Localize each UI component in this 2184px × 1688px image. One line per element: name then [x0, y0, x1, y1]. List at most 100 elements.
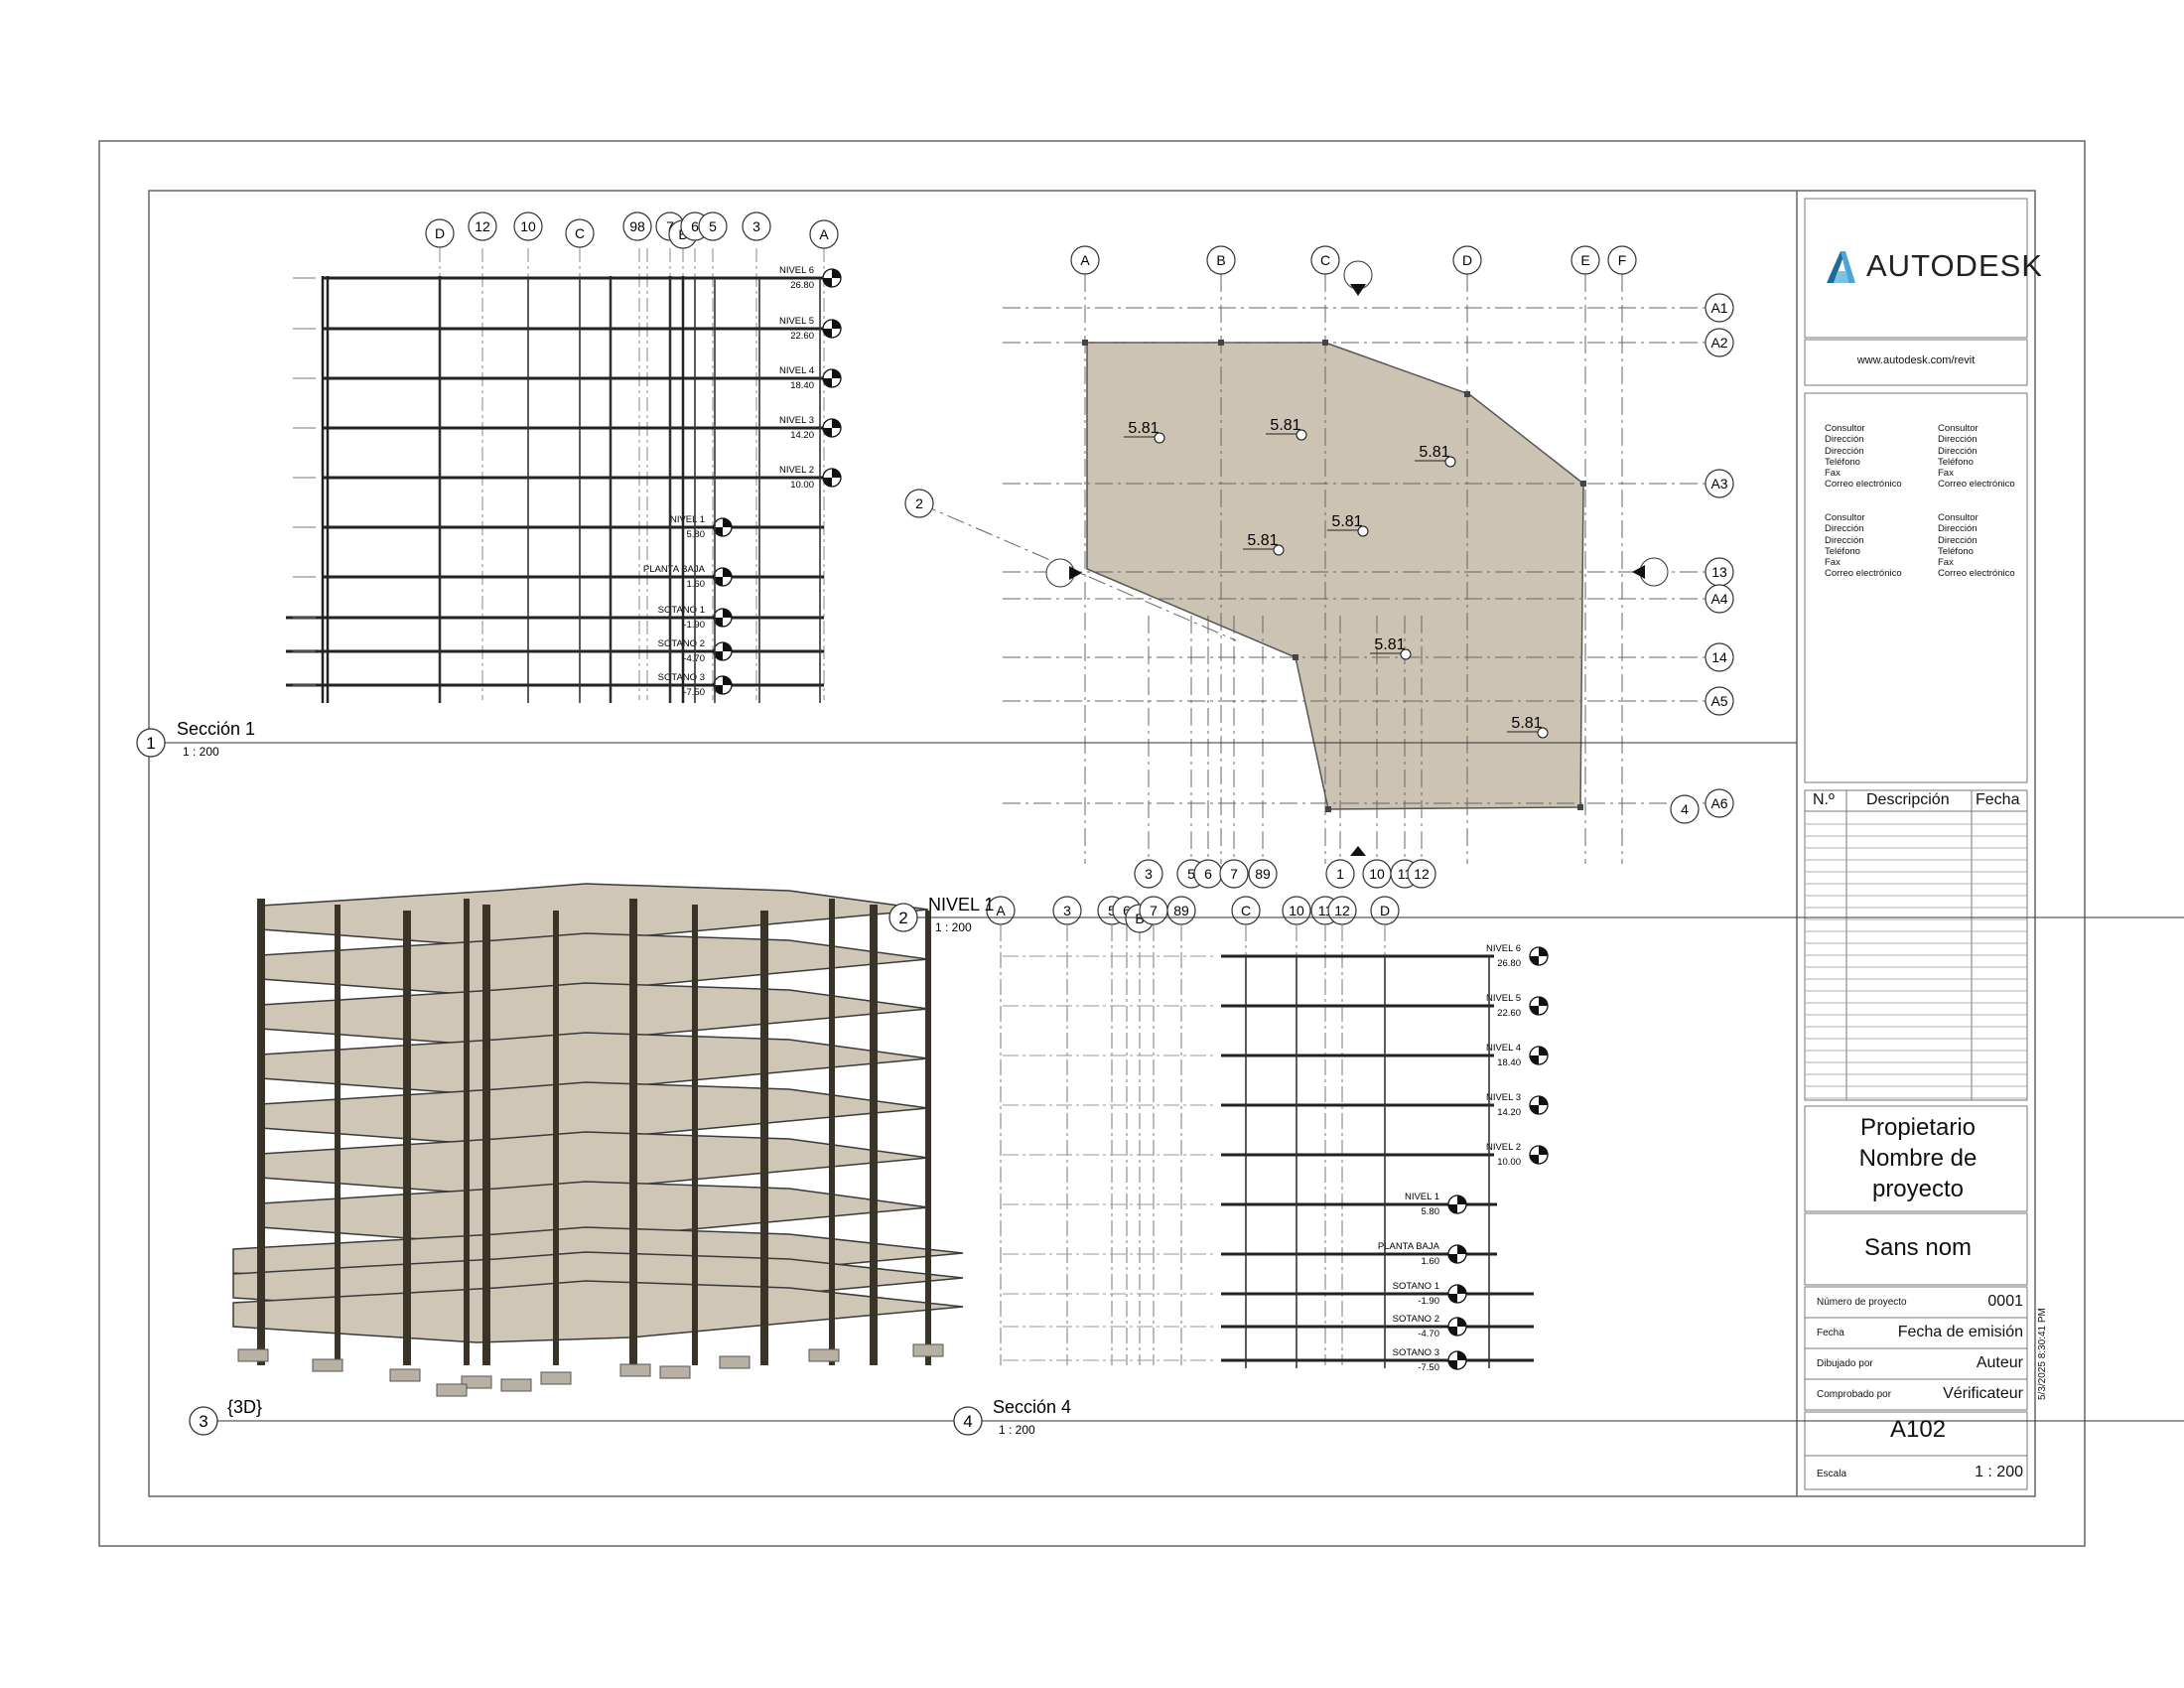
- section4-level-2-name: NIVEL 5: [1486, 993, 1521, 1004]
- plan-grid-A4: A4: [1705, 584, 1734, 614]
- section1-level-5-elevation: 10.00: [790, 480, 814, 491]
- plan-grid-A4-label: A4: [1710, 591, 1727, 607]
- 3d-footing-10: [436, 1383, 468, 1397]
- 3d-footing-8: [808, 1348, 840, 1362]
- spot-target-icon: [1444, 456, 1456, 468]
- section1-grid-3-label: 3: [752, 218, 760, 234]
- section1-level-8-elevation: -1.90: [683, 620, 705, 631]
- consultant-line: Dirección: [1825, 445, 1864, 457]
- section1-level-9-name: SOTANO 2: [658, 638, 705, 649]
- plan-grid-14: 14: [1705, 642, 1734, 672]
- autodesk-logo: AUTODESK: [1825, 248, 2043, 284]
- level-1-plan-view[interactable]: A B C D E FA1A2A313A414A5A6243 5 6 7 89 1 10 11 125.8…: [904, 245, 1734, 889]
- view-scale-section-1: 1 : 200: [183, 745, 219, 759]
- view-number-1: 1: [146, 734, 155, 753]
- section4-level-3-elevation: 18.40: [1497, 1057, 1521, 1068]
- view-scale-section-4: 1 : 200: [999, 1423, 1035, 1437]
- section4-level-2-elevation: 22.60: [1497, 1008, 1521, 1019]
- section1-level-3-name: NIVEL 4: [779, 365, 814, 376]
- plan-grid-F-label: F: [1618, 252, 1627, 268]
- consultant-line: Dirección: [1825, 534, 1864, 546]
- plan-grid-A5-label: A5: [1710, 693, 1727, 709]
- section4-grid-10-label: 10: [1289, 903, 1304, 918]
- section1-level-8-name: SOTANO 1: [658, 605, 705, 616]
- section1-grid-D-label: D: [435, 225, 445, 241]
- section1-grid-6-label: 6: [691, 218, 699, 234]
- 3d-footing-1: [237, 1348, 269, 1362]
- 3d-structure-view[interactable]: [232, 883, 964, 1397]
- drawn-by-label: Dibujado por: [1817, 1358, 1873, 1369]
- plan-grid-E-label: E: [1580, 252, 1589, 268]
- section4-grid-D-label: D: [1380, 903, 1390, 918]
- section4-level-1-elevation: 26.80: [1497, 958, 1521, 969]
- section1-grid-A: A: [809, 219, 839, 249]
- 3d-footing-3: [389, 1368, 421, 1382]
- section4-level-1: NIVEL 6 26.80: [1486, 943, 1549, 969]
- section4-grid-3: 3: [1052, 896, 1082, 925]
- section1-level-4-name: NIVEL 3: [779, 415, 814, 426]
- section1-level-2-elevation: 22.60: [790, 331, 814, 342]
- section4-level-10-elevation: -7.50: [1418, 1362, 1439, 1373]
- section4-level-9-name: SOTANO 2: [1393, 1314, 1439, 1325]
- section1-level-4-elevation: 14.20: [790, 430, 814, 441]
- plan-grid-A2-label: A2: [1710, 335, 1727, 351]
- plan-grid-A5: A5: [1705, 686, 1734, 716]
- date-label: Fecha: [1817, 1328, 1844, 1338]
- section4-grid-D: D: [1370, 896, 1400, 925]
- plan-grid-3: 3: [1134, 859, 1163, 889]
- section4-level-2: NIVEL 5 22.60: [1486, 993, 1549, 1019]
- consultant-line: Correo electrónico: [1825, 479, 1902, 491]
- section1-grid-D: D: [425, 218, 455, 248]
- section4-level-9-elevation: -4.70: [1418, 1329, 1439, 1339]
- plan-grid-B: B: [1206, 245, 1236, 275]
- section-4-view[interactable]: A 3 5 6 B 7 89 C 10 11 12 DNIVEL 626.80NIVEL 522.60…: [986, 896, 1549, 1373]
- section-1-view[interactable]: D1210C987B653ANIVEL 626.80NIVEL 522.60NI…: [286, 211, 842, 703]
- section1-level-2-name: NIVEL 5: [779, 316, 814, 327]
- plan-grid-A1-label: A1: [1710, 300, 1727, 316]
- plan-grid-6: 6: [1193, 859, 1223, 889]
- plan-grid-12-label: 12: [1414, 866, 1430, 882]
- section1-grid-5: 5: [698, 211, 728, 241]
- plan-grid-C: C: [1310, 245, 1340, 275]
- consultant-line: Teléfono: [1825, 545, 1860, 557]
- 3d-footing-5: [540, 1371, 572, 1385]
- section4-level-5-name: NIVEL 2: [1486, 1142, 1521, 1153]
- section1-grid-A-label: A: [819, 226, 829, 242]
- plan-grid-D: D: [1452, 245, 1482, 275]
- plan-grid-2-label: 2: [915, 495, 923, 511]
- owner-line-2: Nombre de: [1858, 1145, 1978, 1172]
- section1-grid-98-label: 98: [629, 218, 645, 234]
- consultant-line: Teléfono: [1938, 545, 1974, 557]
- sheet-name: Sans nom: [1863, 1234, 1973, 1261]
- section1-level-1-elevation: 26.80: [790, 280, 814, 291]
- plan-grid-1: 1: [1325, 859, 1355, 889]
- section4-grid-7-label: 7: [1150, 903, 1158, 918]
- plan-grid-6-label: 6: [1204, 866, 1212, 882]
- view-number-4: 4: [963, 1412, 972, 1431]
- section-marker-icon[interactable]: [1350, 846, 1366, 856]
- consultant-line: Fax: [1938, 557, 1954, 569]
- section1-level-6-name: NIVEL 1: [670, 514, 705, 525]
- plan-grid-4: 4: [1670, 794, 1700, 824]
- project-owner: Propietario Nombre de proyecto: [1807, 1112, 2029, 1204]
- section4-level-7-elevation: 1.60: [1422, 1256, 1440, 1267]
- floor-slab-plan: [1086, 342, 1584, 810]
- section4-grid-12: 12: [1327, 896, 1357, 925]
- section1-level-10-name: SOTANO 3: [658, 672, 705, 683]
- section4-level-1-name: NIVEL 6: [1486, 943, 1521, 954]
- section1-grid-C-label: C: [575, 225, 585, 241]
- owner-line-1: Propietario: [1859, 1114, 1977, 1141]
- plan-grid-B-label: B: [1216, 252, 1225, 268]
- section1-level-5-name: NIVEL 2: [779, 465, 814, 476]
- section4-level-5: NIVEL 2 10.00: [1486, 1142, 1549, 1168]
- section1-grid-C: C: [565, 218, 595, 248]
- spot-target-icon: [1357, 525, 1369, 537]
- sheet-number: A102: [1889, 1416, 1947, 1443]
- consultant-block-2: Consultor Dirección Dirección Teléfono Fax Co…: [1938, 423, 2015, 491]
- project-number-value: 0001: [1987, 1293, 2023, 1310]
- section4-grid-89: 89: [1166, 896, 1196, 925]
- consultant-line: Fax: [1825, 557, 1841, 569]
- section1-grid-10-label: 10: [520, 218, 536, 234]
- consultant-block-1: Consultor Dirección Dirección Teléfono Fax Co…: [1825, 423, 1902, 491]
- spot-target-icon: [1273, 544, 1285, 556]
